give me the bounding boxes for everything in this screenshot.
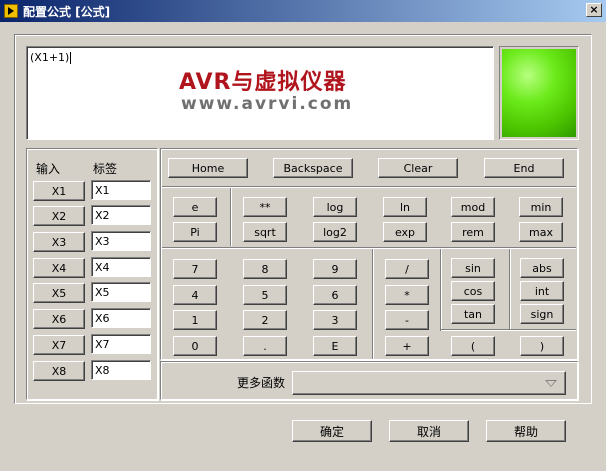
log-button[interactable]: log	[313, 197, 357, 217]
digit-5-button[interactable]: 5	[243, 285, 287, 305]
divider	[440, 249, 442, 331]
pi-button[interactable]: Pi	[173, 222, 217, 242]
cancel-button[interactable]: 取消	[389, 420, 469, 442]
digit-0-button[interactable]: 0	[173, 336, 217, 356]
sqrt-button[interactable]: sqrt	[243, 222, 287, 242]
formula-display[interactable]: (X1+1) AVR与虚拟仪器 www.avrvi.com	[26, 46, 494, 140]
title-bar: 配置公式 [公式] ×	[0, 0, 606, 22]
digit-9-button[interactable]: 9	[313, 259, 357, 279]
x2-label-field[interactable]: X2	[91, 205, 151, 225]
max-button[interactable]: max	[519, 222, 563, 242]
x4-button[interactable]: X4	[33, 258, 85, 278]
x1-button[interactable]: X1	[33, 181, 85, 201]
x7-label-field[interactable]: X7	[91, 334, 151, 354]
label-header: 标签	[93, 162, 118, 176]
exponent-e-button[interactable]: E	[313, 336, 357, 356]
abs-button[interactable]: abs	[520, 258, 564, 278]
digit-6-button[interactable]: 6	[313, 285, 357, 305]
x8-button[interactable]: X8	[33, 361, 85, 381]
x5-button[interactable]: X5	[33, 283, 85, 303]
clear-button[interactable]: Clear	[378, 158, 458, 178]
digit-2-button[interactable]: 2	[243, 310, 287, 330]
log2-button[interactable]: log2	[313, 222, 357, 242]
window-title: 配置公式 [公式]	[23, 4, 111, 19]
add-button[interactable]: +	[385, 336, 429, 356]
divider	[162, 247, 576, 249]
digit-4-button[interactable]: 4	[173, 285, 217, 305]
end-button[interactable]: End	[484, 158, 564, 178]
close-paren-button[interactable]: )	[520, 336, 564, 356]
cos-button[interactable]: cos	[451, 281, 495, 301]
text-caret	[70, 52, 72, 64]
multiply-button[interactable]: *	[385, 285, 429, 305]
divider	[509, 249, 511, 331]
x3-label-field[interactable]: X3	[91, 231, 151, 251]
x6-button[interactable]: X6	[33, 309, 85, 329]
digit-1-button[interactable]: 1	[173, 310, 217, 330]
decimal-point-button[interactable]: .	[243, 336, 287, 356]
ok-button[interactable]: 确定	[292, 420, 372, 442]
x7-button[interactable]: X7	[33, 335, 85, 355]
power-button[interactable]: **	[243, 197, 287, 217]
divider	[162, 186, 576, 188]
x6-label-field[interactable]: X6	[91, 308, 151, 328]
exp-button[interactable]: exp	[383, 222, 427, 242]
sin-button[interactable]: sin	[451, 258, 495, 278]
rem-button[interactable]: rem	[451, 222, 495, 242]
x2-button[interactable]: X2	[33, 206, 85, 226]
divider	[230, 188, 232, 246]
sign-button[interactable]: sign	[520, 304, 564, 324]
digit-3-button[interactable]: 3	[313, 310, 357, 330]
help-button[interactable]: 帮助	[486, 420, 566, 442]
x8-label-field[interactable]: X8	[91, 360, 151, 380]
more-functions-dropdown[interactable]	[292, 371, 566, 395]
e-button[interactable]: e	[173, 197, 217, 217]
divider	[441, 329, 576, 331]
min-button[interactable]: min	[519, 197, 563, 217]
led-light	[502, 49, 576, 137]
open-paren-button[interactable]: (	[451, 336, 495, 356]
subtract-button[interactable]: -	[385, 310, 429, 330]
digit-7-button[interactable]: 7	[173, 259, 217, 279]
status-led	[499, 46, 579, 140]
input-header: 输入	[36, 162, 61, 176]
more-functions-label: 更多函数	[237, 376, 286, 390]
close-button[interactable]: ×	[586, 3, 602, 17]
watermark-url: www.avrvi.com	[181, 94, 354, 114]
app-icon	[4, 4, 18, 18]
x5-label-field[interactable]: X5	[91, 282, 151, 302]
watermark-title: AVR与虚拟仪器	[179, 70, 347, 95]
chevron-down-icon	[545, 380, 557, 387]
divide-button[interactable]: /	[385, 259, 429, 279]
x1-label-field[interactable]: X1	[91, 180, 151, 200]
mod-button[interactable]: mod	[451, 197, 495, 217]
x3-button[interactable]: X3	[33, 232, 85, 252]
ln-button[interactable]: ln	[383, 197, 427, 217]
x4-label-field[interactable]: X4	[91, 257, 151, 277]
tan-button[interactable]: tan	[451, 304, 495, 324]
backspace-button[interactable]: Backspace	[273, 158, 353, 178]
int-button[interactable]: int	[520, 281, 564, 301]
home-button[interactable]: Home	[168, 158, 248, 178]
formula-text: (X1+1)	[30, 51, 70, 64]
divider	[372, 249, 374, 359]
digit-8-button[interactable]: 8	[243, 259, 287, 279]
